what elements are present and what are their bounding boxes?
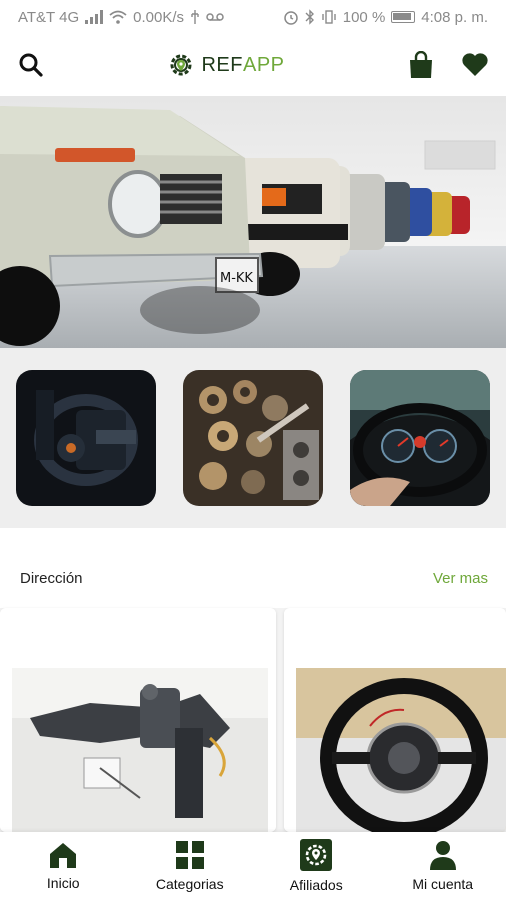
steering-column-part-image xyxy=(0,608,276,832)
dashboard-image xyxy=(350,370,490,506)
see-more-link[interactable]: Ver mas xyxy=(433,570,488,587)
bottom-navigation: Inicio Categorias Afiliados Mi cuenta xyxy=(0,832,506,900)
nav-label-categories: Categorias xyxy=(155,876,224,892)
app-logo: REF APP xyxy=(167,51,284,79)
voicemail-icon xyxy=(206,13,224,21)
logo-text-ref: REF xyxy=(201,53,243,76)
nav-label-home: Inicio xyxy=(46,875,80,891)
cart-button[interactable] xyxy=(406,50,436,80)
category-tile-engine[interactable] xyxy=(183,370,323,506)
app-bar-actions xyxy=(406,50,490,80)
search-icon xyxy=(19,53,43,77)
section-title: Dirección xyxy=(20,569,83,587)
usb-icon xyxy=(191,10,199,24)
category-tile-steering[interactable] xyxy=(16,370,156,506)
battery-icon xyxy=(391,11,416,23)
signal-icon xyxy=(85,10,104,24)
nav-item-categories[interactable]: Categorias xyxy=(130,840,250,892)
section-header: Dirección Ver mas xyxy=(0,548,506,608)
user-icon xyxy=(429,841,456,870)
product-row xyxy=(0,608,506,832)
vibrate-icon xyxy=(322,10,336,24)
status-bar: AT&T 4G 0.00K/s 100 % 4:08 p. m. xyxy=(0,0,506,34)
carrier-label: AT&T 4G xyxy=(18,8,80,26)
product-card[interactable] xyxy=(283,608,506,832)
favorites-button[interactable] xyxy=(460,50,490,80)
steering-wheel-part-image xyxy=(283,608,506,832)
category-strip xyxy=(0,348,506,528)
category-tile-dashboard[interactable] xyxy=(350,370,490,506)
status-right: 100 % 4:08 p. m. xyxy=(283,9,488,26)
app-bar: REF APP xyxy=(0,34,506,96)
affiliate-gear-icon xyxy=(300,839,333,871)
alarm-icon xyxy=(284,11,298,25)
bluetooth-icon xyxy=(305,9,314,25)
nav-label-account: Mi cuenta xyxy=(412,876,474,892)
clock: 4:08 p. m. xyxy=(421,8,488,26)
shopping-bag-icon xyxy=(410,51,432,78)
nav-label-affiliates: Afiliados xyxy=(289,877,343,893)
nav-item-home[interactable]: Inicio xyxy=(3,841,123,891)
logo-gear-icon xyxy=(170,54,192,76)
wifi-icon xyxy=(109,10,127,24)
steering-column-image xyxy=(16,370,156,506)
nav-item-affiliates[interactable]: Afiliados xyxy=(256,839,376,893)
product-card[interactable] xyxy=(0,608,276,832)
hero-cars-image: M-KK xyxy=(0,96,506,348)
logo-text-app: APP xyxy=(242,53,285,76)
nav-item-account[interactable]: Mi cuenta xyxy=(383,840,503,892)
heart-icon xyxy=(462,53,488,76)
engine-image xyxy=(183,370,323,506)
status-left: AT&T 4G 0.00K/s xyxy=(18,9,224,26)
battery-percent: 100 % xyxy=(342,8,386,26)
network-speed: 0.00K/s xyxy=(133,8,185,26)
hero-banner[interactable]: M-KK xyxy=(0,96,506,348)
home-icon xyxy=(50,843,77,868)
license-plate-text: M-KK xyxy=(220,271,253,286)
grid-icon xyxy=(175,841,204,869)
search-button[interactable] xyxy=(16,50,46,80)
